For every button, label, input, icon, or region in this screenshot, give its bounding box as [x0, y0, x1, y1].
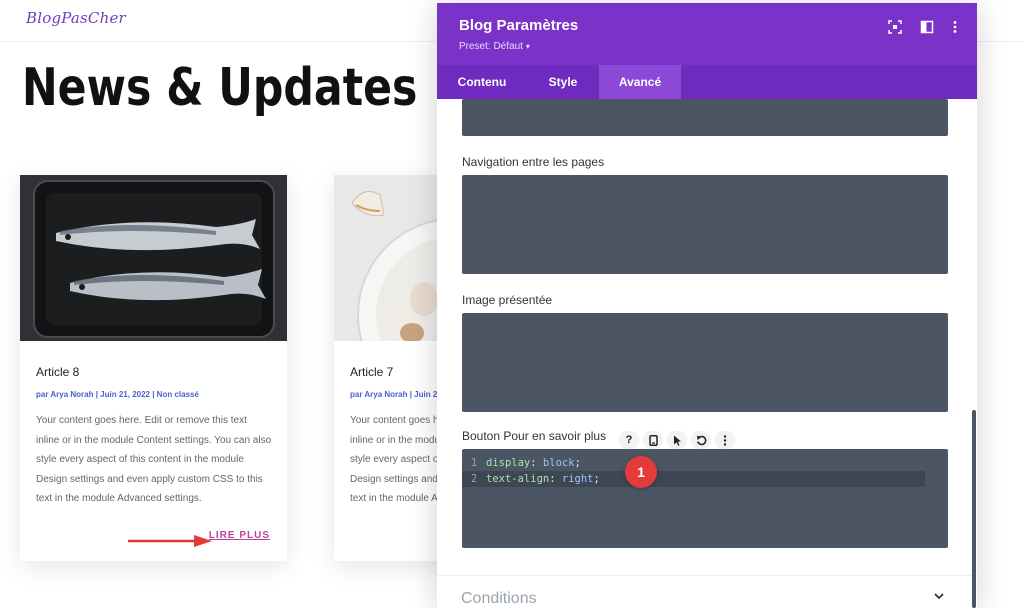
tab-style[interactable]: Style — [527, 65, 599, 99]
preset-label: Preset: Défaut — [459, 41, 523, 52]
code-line-active[interactable]: 2 text-align: right; — [462, 471, 925, 487]
card-featured-image[interactable] — [20, 175, 287, 341]
page: BlogPasCher News & Updates Article 8 par… — [0, 0, 1024, 608]
card-title[interactable]: Article 8 — [36, 365, 79, 379]
featured-image-css-field[interactable] — [462, 313, 948, 412]
tab-avance[interactable]: Avancé — [599, 65, 681, 99]
panel-tabs: Contenu Style Avancé — [437, 65, 977, 99]
page-title: News & Updates — [22, 58, 418, 118]
panel-scrollbar[interactable] — [972, 410, 976, 608]
code-line[interactable]: 1 display: block; — [462, 455, 581, 471]
split-view-icon[interactable] — [920, 20, 934, 34]
field-label-read-more-button: Bouton Pour en savoir plus — [462, 429, 607, 443]
blog-card-article-8: Article 8 par Arya Norah | Juin 21, 2022… — [20, 175, 287, 561]
annotation-arrow-icon — [128, 535, 212, 547]
blog-settings-panel: Blog Paramètres Preset: Défaut ▾ Contenu … — [437, 3, 977, 608]
step-number-badge: 1 — [625, 456, 657, 488]
caret-down-icon: ▾ — [525, 42, 530, 51]
read-more-button-css-editor[interactable]: 1 display: block; 2 text-align: right; — [462, 449, 948, 548]
preset-selector[interactable]: Preset: Défaut ▾ — [459, 41, 530, 52]
field-label-pagination: Navigation entre les pages — [462, 155, 605, 169]
fish-on-tray-photo — [20, 175, 287, 341]
chevron-down-icon[interactable] — [932, 589, 946, 603]
cursor-icon[interactable] — [667, 431, 687, 449]
field-tools: ? — [619, 431, 735, 449]
divider — [437, 575, 977, 576]
read-more-link[interactable]: LIRE PLUS — [209, 530, 270, 541]
css-field-previous[interactable] — [462, 99, 948, 136]
pagination-css-field[interactable] — [462, 175, 948, 274]
card-excerpt: Your content goes here. Edit or remove t… — [36, 415, 272, 504]
help-icon[interactable]: ? — [619, 431, 639, 449]
panel-title: Blog Paramètres — [459, 17, 579, 34]
fullscreen-icon[interactable] — [888, 20, 902, 34]
card-title[interactable]: Article 7 — [350, 365, 393, 379]
tab-contenu[interactable]: Contenu — [437, 65, 527, 99]
undo-icon[interactable] — [691, 431, 711, 449]
field-label-featured-image: Image présentée — [462, 293, 553, 307]
panel-header: Blog Paramètres Preset: Défaut ▾ — [437, 3, 977, 65]
more-vertical-icon[interactable] — [715, 431, 735, 449]
mobile-icon[interactable] — [643, 431, 663, 449]
more-vertical-icon[interactable] — [948, 20, 962, 34]
conditions-section-toggle[interactable]: Conditions — [461, 590, 537, 608]
card-meta[interactable]: par Arya Norah | Juin 21, 2022 | Non cla… — [36, 390, 199, 399]
site-logo[interactable]: BlogPasCher — [26, 9, 126, 27]
